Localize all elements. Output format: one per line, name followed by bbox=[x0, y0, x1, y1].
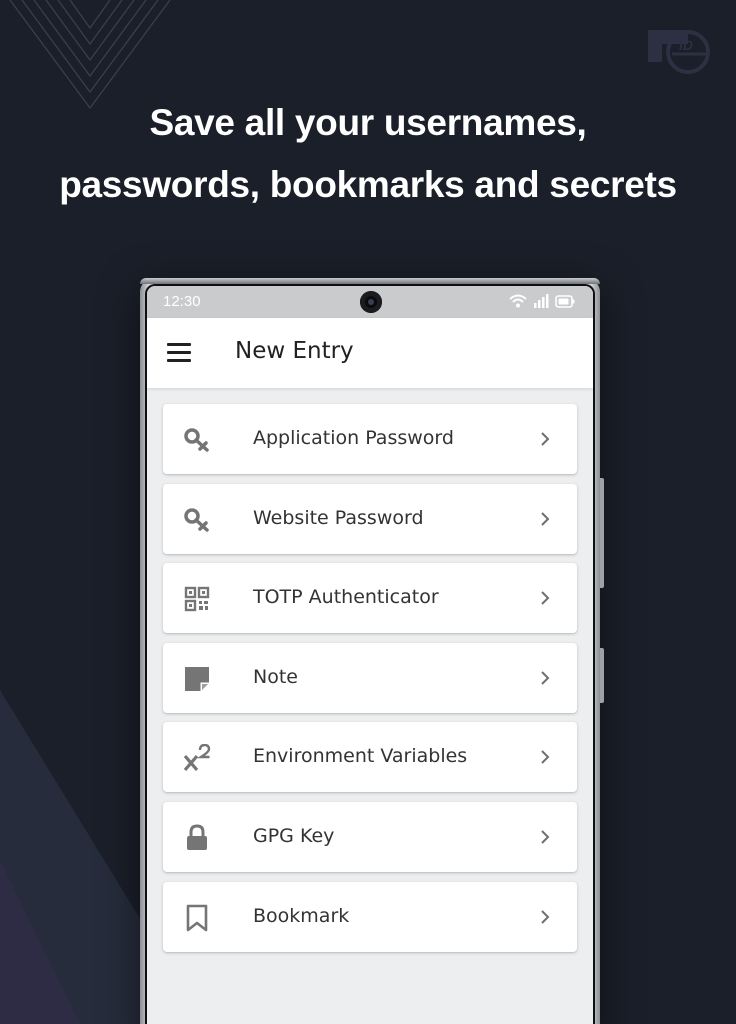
entry-label: Website Password bbox=[253, 506, 424, 529]
headline-line-1: Save all your usernames, bbox=[149, 102, 587, 143]
brand-logo: ID bbox=[648, 30, 710, 74]
key-icon bbox=[184, 507, 209, 532]
svg-text:ID: ID bbox=[679, 37, 693, 53]
phone-side-button bbox=[600, 478, 604, 588]
lock-icon bbox=[187, 824, 207, 850]
note-icon bbox=[185, 666, 209, 691]
phone-screen: 12:30 New Entry Application Password Web… bbox=[145, 284, 595, 1024]
wifi-icon bbox=[509, 294, 527, 308]
front-camera bbox=[360, 291, 382, 313]
battery-icon bbox=[555, 294, 575, 308]
superscript-icon bbox=[183, 744, 211, 772]
entry-label: Bookmark bbox=[253, 904, 350, 927]
chevron-right-icon bbox=[541, 909, 550, 924]
signal-icon bbox=[534, 294, 549, 308]
chevron-right-icon bbox=[541, 671, 550, 685]
entry-label: Note bbox=[253, 665, 298, 688]
entry-totp-authenticator[interactable]: TOTP Authenticator bbox=[163, 563, 577, 634]
entry-note[interactable]: Note bbox=[163, 642, 577, 713]
headline: Save all your usernames, passwords, book… bbox=[0, 92, 736, 216]
bookmark-icon bbox=[186, 904, 208, 931]
qr-code-icon bbox=[184, 586, 210, 612]
entry-website-password[interactable]: Website Password bbox=[163, 483, 577, 554]
status-icons bbox=[509, 294, 575, 308]
entry-gpg-key[interactable]: GPG Key bbox=[163, 801, 577, 872]
page-title: New Entry bbox=[235, 338, 354, 364]
chevron-right-icon bbox=[541, 591, 550, 605]
entry-environment-variables[interactable]: Environment Variables bbox=[163, 722, 577, 793]
status-time: 12:30 bbox=[163, 293, 201, 310]
entry-label: GPG Key bbox=[253, 824, 335, 847]
entry-application-password[interactable]: Application Password bbox=[163, 404, 577, 474]
status-bar: 12:30 bbox=[147, 286, 593, 318]
app-bar: New Entry bbox=[147, 318, 593, 388]
phone-side-button bbox=[600, 648, 604, 703]
entry-label: Environment Variables bbox=[253, 745, 468, 768]
entry-bookmark[interactable]: Bookmark bbox=[163, 881, 577, 952]
chevron-right-icon bbox=[541, 750, 550, 765]
headline-line-2: passwords, bookmarks and secrets bbox=[59, 164, 677, 205]
key-icon bbox=[184, 428, 209, 452]
chevron-right-icon bbox=[541, 830, 550, 844]
entry-label: Application Password bbox=[253, 427, 454, 449]
hamburger-menu-icon[interactable] bbox=[167, 343, 191, 363]
phone-frame: 12:30 New Entry Application Password Web… bbox=[140, 278, 604, 1024]
chevron-right-icon bbox=[541, 511, 550, 526]
chevron-right-icon bbox=[541, 432, 550, 446]
entry-type-list: Application Password Website Password TO… bbox=[147, 388, 593, 952]
entry-label: TOTP Authenticator bbox=[253, 586, 439, 609]
